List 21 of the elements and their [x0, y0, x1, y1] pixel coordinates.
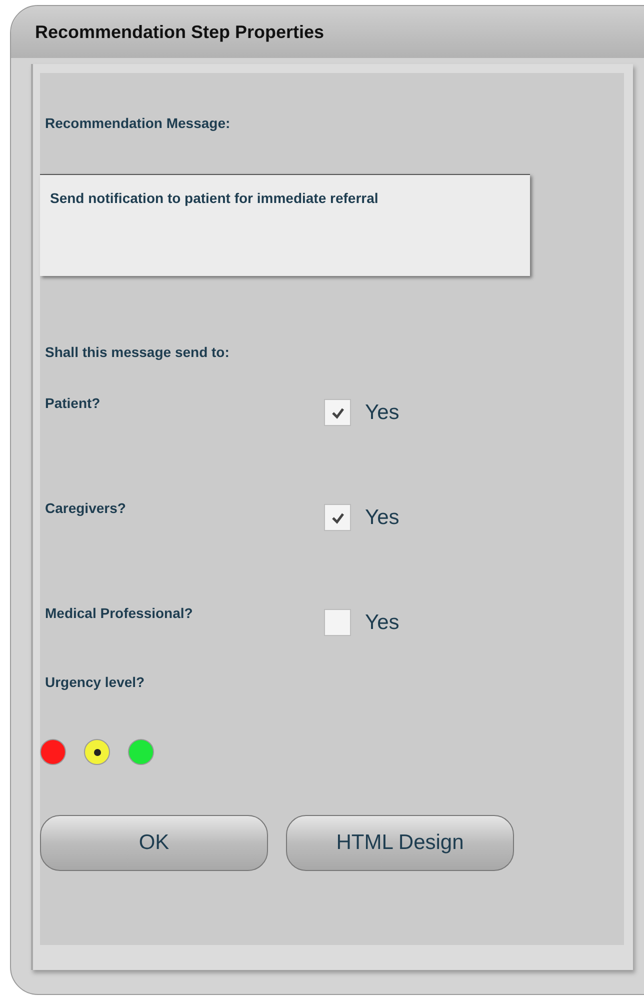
urgency-radio[interactable] [84, 739, 110, 765]
urgency-radio[interactable] [40, 739, 66, 765]
dialog-button[interactable]: HTML Design [286, 815, 514, 871]
urgency-radio[interactable] [128, 739, 154, 765]
urgency-label: Urgency level? [45, 673, 145, 692]
check-icon [330, 406, 344, 419]
checkbox-label: Yes [365, 400, 400, 426]
message-field[interactable]: Send notification to patient for immediate referral [40, 174, 530, 276]
check-icon [330, 512, 344, 524]
checkbox-label: Yes [365, 505, 400, 531]
message-label: Recommendation Message: [45, 114, 230, 133]
dialog-button[interactable]: OK [40, 815, 268, 871]
recipient-label: Medical Professional? [45, 604, 194, 623]
recipient-label: Patient? [45, 394, 102, 413]
checkbox-label: Yes [365, 610, 400, 636]
recipients-heading: Shall this message send to: [45, 343, 230, 362]
window-title: Recommendation Step Properties [35, 20, 324, 44]
checkbox[interactable] [324, 609, 351, 636]
checkbox[interactable] [324, 399, 351, 426]
checkbox[interactable] [324, 504, 351, 532]
recipient-label: Caregivers? [45, 499, 127, 518]
